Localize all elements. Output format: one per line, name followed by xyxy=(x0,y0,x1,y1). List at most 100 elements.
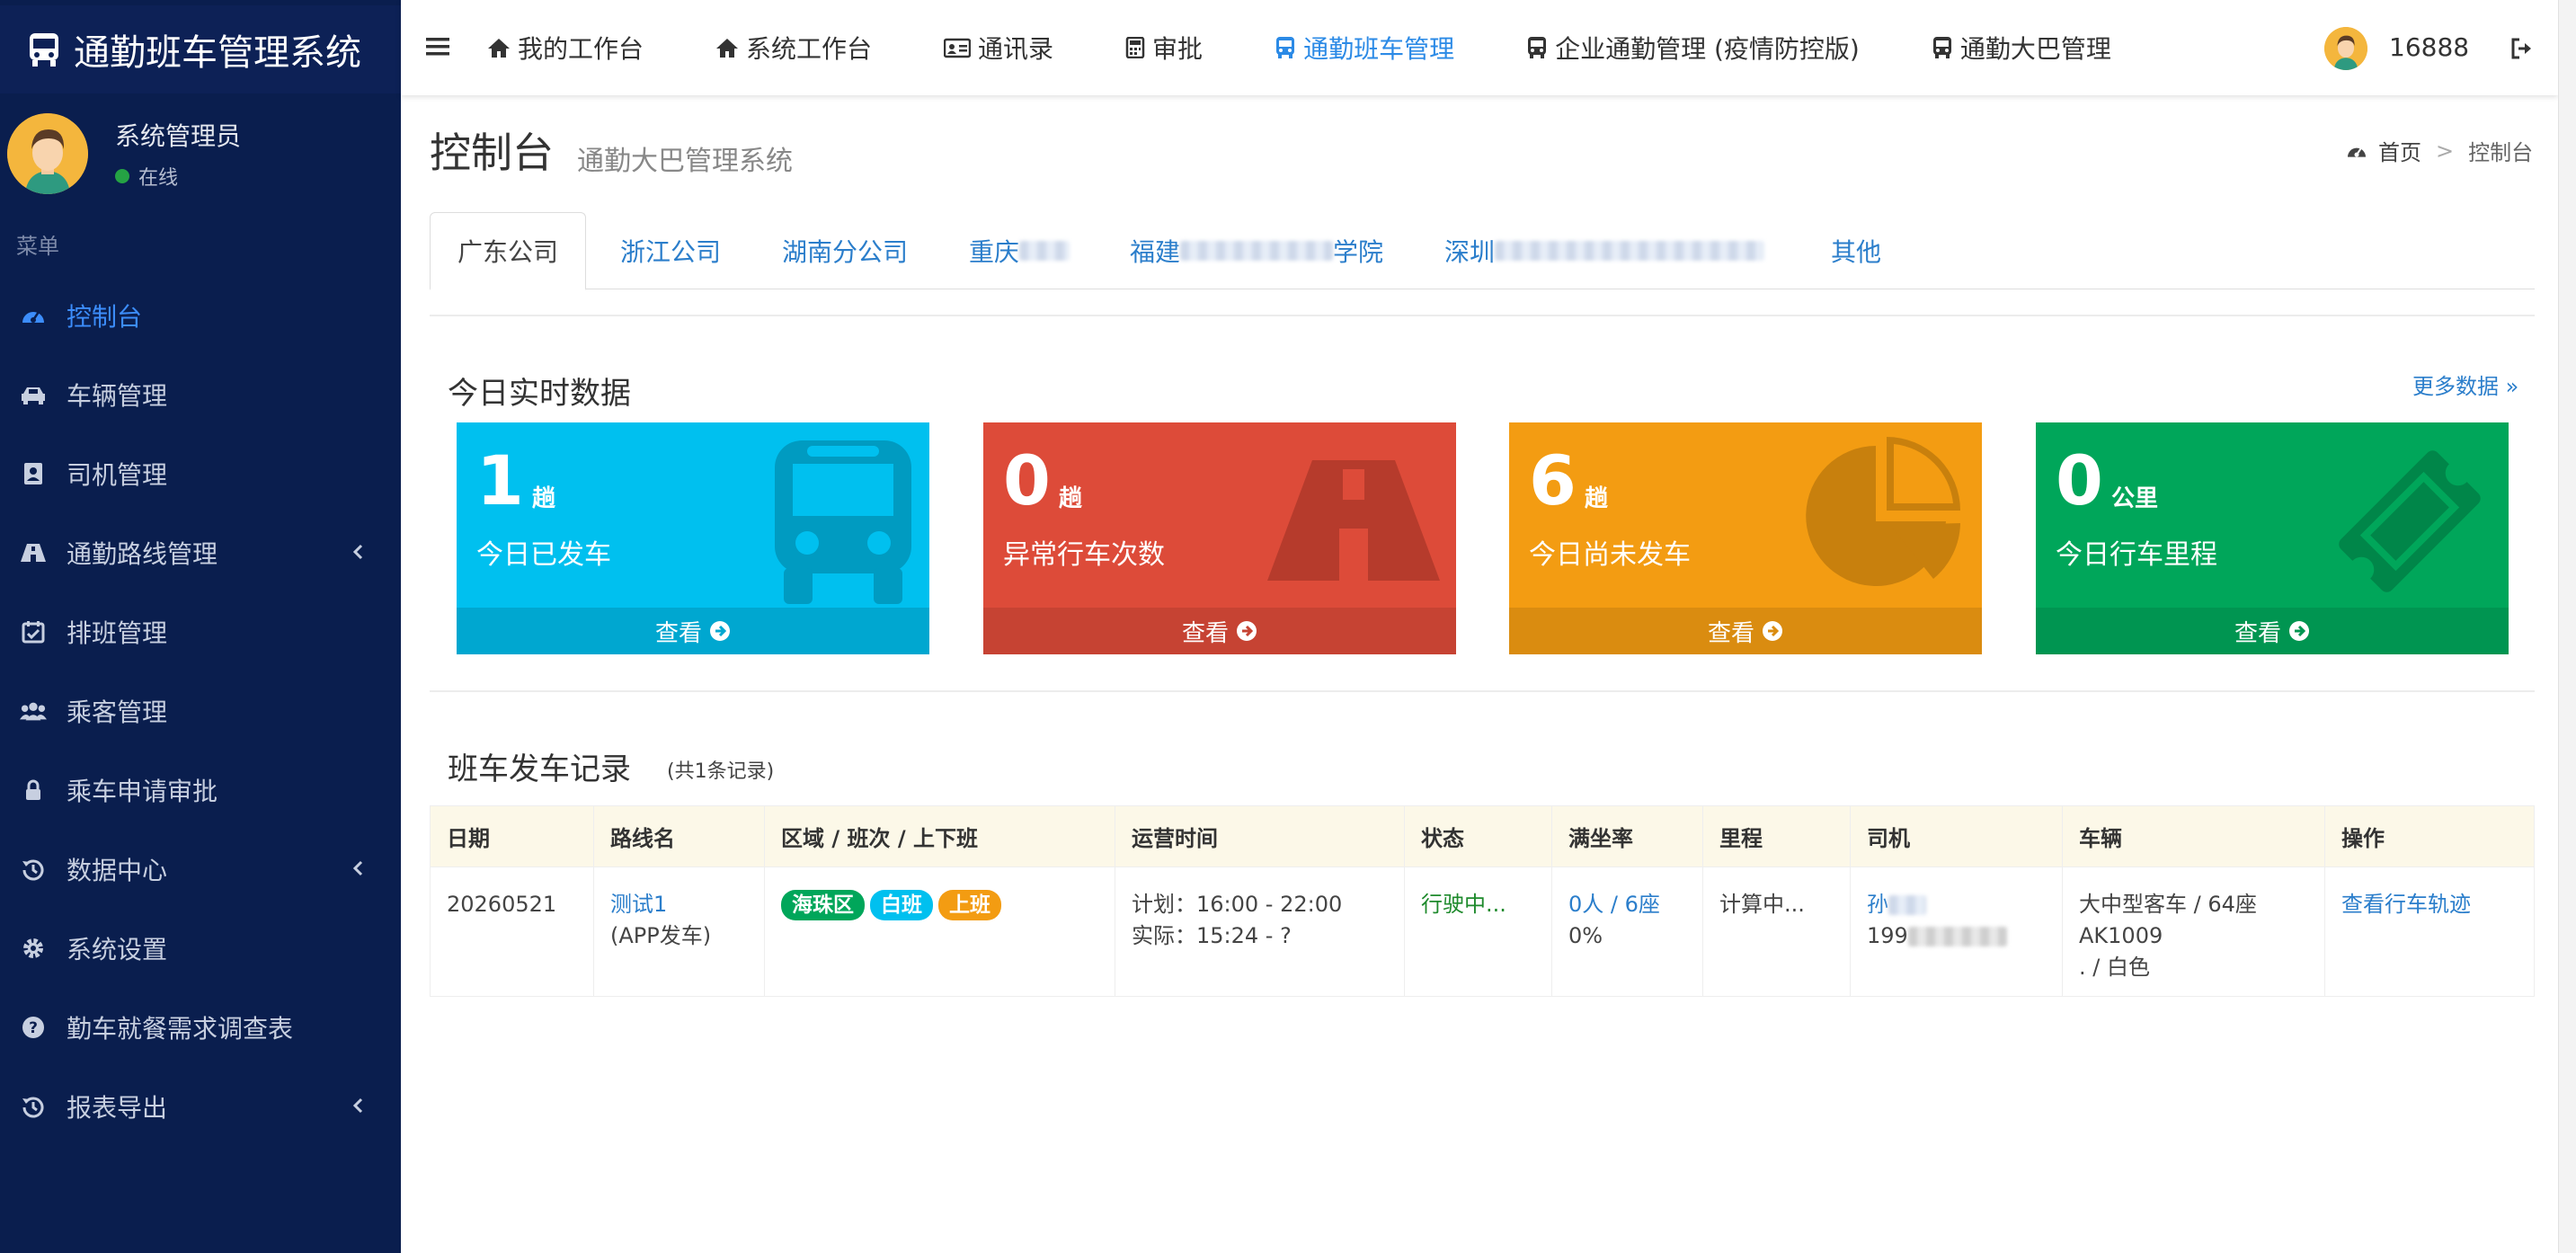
tab-shenzhen[interactable]: 深圳 xyxy=(1417,212,1791,289)
topnav-label: 企业通勤管理 (疫情防控版) xyxy=(1555,34,1860,64)
topnav-label: 我的工作台 xyxy=(518,34,644,64)
tab-guangdong[interactable]: 广东公司 xyxy=(430,212,587,290)
sidebar-item-label: 车辆管理 xyxy=(67,381,168,411)
view-track-link[interactable]: 查看行车轨迹 xyxy=(2341,892,2471,917)
sidebar-item-vehicles[interactable]: 车辆管理 xyxy=(0,355,401,434)
more-data-link[interactable]: 更多数据 » xyxy=(2412,369,2518,400)
col-date: 日期 xyxy=(430,805,594,867)
topnav-shuttle-management[interactable]: 通勤班车管理 xyxy=(1275,30,1454,66)
sign-out-icon[interactable] xyxy=(2509,36,2535,61)
load-link[interactable]: 0人 / 6座 xyxy=(1568,892,1660,917)
svg-text:?: ? xyxy=(29,1019,38,1037)
question-circle-icon: ? xyxy=(20,1014,47,1041)
page-subtitle: 通勤大巴管理系统 xyxy=(577,146,793,177)
records-count: (共1条记录) xyxy=(667,760,775,783)
redacted-text xyxy=(1019,241,1070,261)
tab-label: 湖南分公司 xyxy=(782,237,909,267)
home-icon xyxy=(716,39,739,58)
tab-chongqing[interactable]: 重庆 xyxy=(942,212,1097,289)
sidebar-item-report-export[interactable]: 报表导出 xyxy=(0,1067,401,1146)
topnav-enterprise-commute[interactable]: 企业通勤管理 (疫情防控版) xyxy=(1526,30,1860,66)
topnav-label: 审批 xyxy=(1152,34,1204,64)
avatar[interactable] xyxy=(2324,27,2367,70)
topnav-system-workbench[interactable]: 系统工作台 xyxy=(715,30,872,66)
sidebar-item-label: 数据中心 xyxy=(67,856,168,885)
redacted-text xyxy=(1495,241,1765,261)
stat-value: 0 xyxy=(1003,440,1051,520)
arrow-circle-right-icon xyxy=(1763,621,1782,641)
stat-value: 1 xyxy=(476,440,524,520)
stat-box-mileage: 0 公里 今日行车里程 查看 xyxy=(2036,422,2509,654)
tab-fujian[interactable]: 福建 学院 xyxy=(1103,212,1410,289)
breadcrumb-separator: > xyxy=(2436,138,2455,164)
history-icon xyxy=(20,856,47,883)
sidebar-item-data-center[interactable]: 数据中心 xyxy=(0,830,401,909)
sidebar-item-label: 报表导出 xyxy=(67,1093,168,1123)
sidebar-item-dashboard[interactable]: 控制台 xyxy=(0,276,401,355)
tab-other[interactable]: 其他 xyxy=(1804,212,1908,289)
sidebar-item-label: 系统设置 xyxy=(67,935,168,964)
topnav-label: 通勤班车管理 xyxy=(1303,34,1455,64)
user-panel: 系统管理员 在线 xyxy=(0,93,401,219)
stat-box-departed: 1 趟 今日已发车 查看 xyxy=(457,422,929,654)
col-route: 路线名 xyxy=(593,805,765,867)
col-driver: 司机 xyxy=(1850,805,2063,867)
arrow-circle-right-icon xyxy=(710,621,730,641)
stat-view-link[interactable]: 查看 xyxy=(457,608,929,654)
topnav-approval[interactable]: 审批 xyxy=(1125,30,1203,66)
history-icon xyxy=(20,1093,47,1120)
sidebar-item-label: 司机管理 xyxy=(67,460,168,490)
area-badge: 海珠区 xyxy=(781,890,865,920)
shift-badge: 白班 xyxy=(870,890,933,920)
redacted-text xyxy=(1180,241,1334,261)
cell-load: 0人 / 6座 0% xyxy=(1551,866,1703,997)
stat-value: 6 xyxy=(1529,440,1577,520)
company-tabs: 广东公司 浙江公司 湖南分公司 重庆 福建 学院 深圳 其他 xyxy=(430,212,2535,290)
realtime-title: 今日实时数据 xyxy=(448,376,631,412)
chevron-left-icon xyxy=(352,860,363,876)
app-brand[interactable]: 通勤班车管理系统 xyxy=(0,5,401,93)
pie-chart-icon xyxy=(1806,437,1960,586)
stat-view-link[interactable]: 查看 xyxy=(2036,608,2509,654)
driver-link[interactable]: 孙 xyxy=(1867,892,1888,917)
user-name: 系统管理员 xyxy=(115,121,242,151)
top-nav: 我的工作台 系统工作台 通讯录 审批 通勤班车管理 企业通勤管理 (疫情防控版)… xyxy=(487,0,2183,95)
cell-date: 20260521 xyxy=(430,866,594,997)
bus-icon xyxy=(1276,37,1295,58)
hamburger-menu-icon[interactable] xyxy=(426,36,449,58)
calendar-check-icon xyxy=(20,618,47,645)
tab-zhejiang[interactable]: 浙江公司 xyxy=(593,212,748,289)
top-user-name[interactable]: 16888 xyxy=(2389,32,2469,62)
bus-icon xyxy=(1932,37,1951,58)
breadcrumb-home[interactable]: 首页 xyxy=(2378,135,2421,166)
dashboard-icon xyxy=(20,302,47,329)
tab-label: 广东公司 xyxy=(457,237,559,267)
direction-badge: 上班 xyxy=(938,890,1001,920)
stat-box-abnormal: 0 趟 异常行车次数 查看 xyxy=(983,422,1456,654)
sidebar-item-ride-approval[interactable]: 乘车申请审批 xyxy=(0,751,401,830)
cell-driver: 孙 199 xyxy=(1850,866,2063,997)
topnav-commute-bus[interactable]: 通勤大巴管理 xyxy=(1932,30,2111,66)
sidebar-item-routes[interactable]: 通勤路线管理 xyxy=(0,513,401,592)
stat-view-link[interactable]: 查看 xyxy=(983,608,1456,654)
stat-view-link[interactable]: 查看 xyxy=(1509,608,1982,654)
vehicle-color: . / 白色 xyxy=(2079,955,2150,980)
tab-label: 其他 xyxy=(1831,237,1882,267)
topnav-contacts[interactable]: 通讯录 xyxy=(944,30,1053,66)
tab-label: 学院 xyxy=(1333,237,1384,267)
sidebar-item-settings[interactable]: 系统设置 xyxy=(0,909,401,988)
table-row: 20260521 测试1 (APP发车) 海珠区 白班 上班 计划：16:00 - 2… xyxy=(430,866,2535,997)
sidebar-item-meal-survey[interactable]: ? 勤车就餐需求调查表 xyxy=(0,988,401,1067)
lock-icon xyxy=(20,777,47,804)
stat-label: 今日尚未发车 xyxy=(1529,539,1691,571)
home-icon xyxy=(488,39,510,58)
route-link[interactable]: 测试1 xyxy=(610,892,667,917)
topnav-my-workbench[interactable]: 我的工作台 xyxy=(487,30,644,66)
car-icon xyxy=(20,381,47,408)
sidebar-item-drivers[interactable]: 司机管理 xyxy=(0,434,401,513)
cell-area: 海珠区 白班 上班 xyxy=(764,866,1115,997)
sidebar-item-schedule[interactable]: 排班管理 xyxy=(0,592,401,671)
sidebar-item-passengers[interactable]: 乘客管理 xyxy=(0,671,401,751)
tab-hunan[interactable]: 湖南分公司 xyxy=(755,212,935,289)
tab-label: 重庆 xyxy=(969,237,1020,267)
